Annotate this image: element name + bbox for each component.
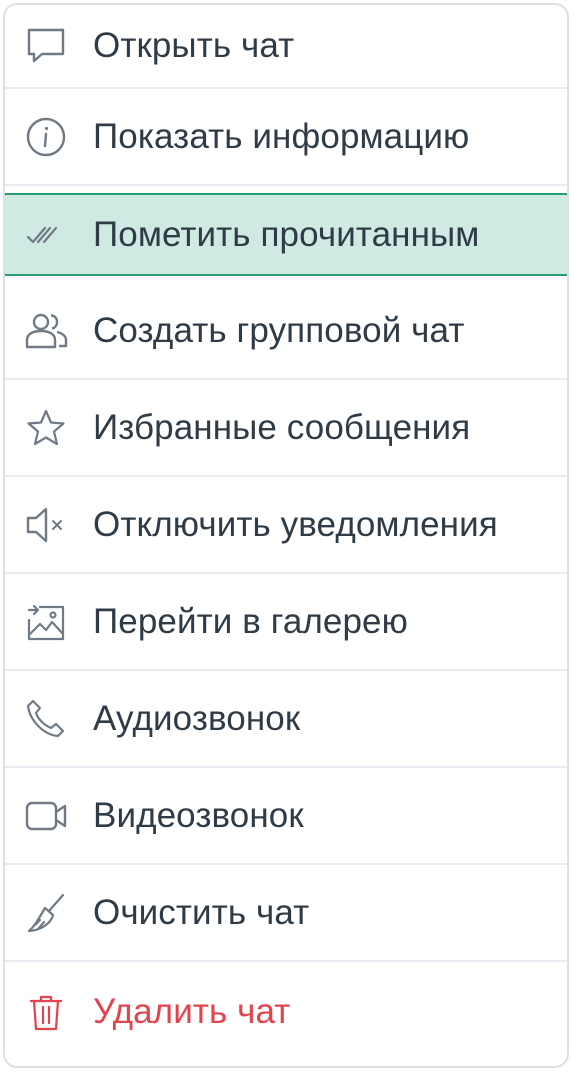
trash-icon: [23, 989, 69, 1035]
double-check-icon: [23, 212, 69, 258]
menu-item-label: Избранные сообщения: [93, 407, 471, 447]
menu-item-label: Удалить чат: [93, 992, 291, 1031]
menu-item-label: Перейти в галерею: [93, 601, 408, 641]
menu-item-create-group[interactable]: Создать групповой чат: [5, 283, 567, 380]
video-camera-icon: [23, 793, 69, 839]
menu-item-label: Создать групповой чат: [93, 310, 465, 350]
menu-item-clear-chat[interactable]: Очистить чат: [5, 865, 567, 962]
menu-item-mute[interactable]: Отключить уведомления: [5, 477, 567, 574]
menu-item-audio-call[interactable]: Аудиозвонок: [5, 671, 567, 768]
menu-item-mark-read[interactable]: Пометить прочитанным: [5, 193, 567, 276]
users-icon: [23, 308, 69, 354]
broom-icon: [23, 890, 69, 936]
menu-item-label: Показать информацию: [93, 116, 470, 156]
menu-item-label: Видеозвонок: [93, 795, 304, 835]
info-icon: [23, 114, 69, 160]
menu-item-delete-chat[interactable]: Удалить чат: [5, 962, 567, 1062]
speaker-mute-icon: [23, 502, 69, 548]
menu-item-video-call[interactable]: Видеозвонок: [5, 768, 567, 865]
menu-item-gallery[interactable]: Перейти в галерею: [5, 574, 567, 671]
gallery-icon: [23, 599, 69, 645]
phone-icon: [23, 696, 69, 742]
star-icon: [23, 405, 69, 451]
menu-item-label: Пометить прочитанным: [93, 214, 480, 254]
menu-item-label: Аудиозвонок: [93, 698, 301, 738]
menu-item-open-chat[interactable]: Открыть чат: [5, 5, 567, 89]
menu-item-label: Отключить уведомления: [93, 504, 498, 544]
menu-item-show-info[interactable]: Показать информацию: [5, 89, 567, 186]
chat-context-menu: Открыть чат Показать информацию Пометить…: [3, 3, 569, 1068]
menu-item-label: Открыть чат: [93, 26, 295, 65]
menu-item-favorites[interactable]: Избранные сообщения: [5, 380, 567, 477]
chat-bubble-icon: [23, 23, 69, 69]
menu-item-label: Очистить чат: [93, 892, 310, 932]
